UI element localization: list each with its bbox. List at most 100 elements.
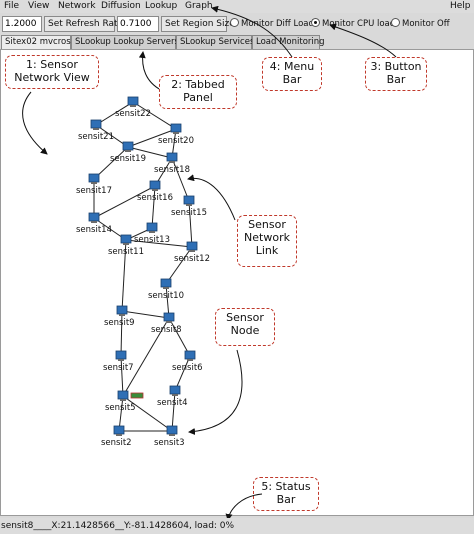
menu-network[interactable]: Network — [58, 1, 96, 11]
computer-icon-stand — [163, 287, 169, 289]
computer-icon-stand — [169, 161, 175, 163]
sensor-network-canvas[interactable]: sensit22 sensit21 sensit20 sensit19 sensit18… — [1, 50, 473, 515]
set-region-size-button[interactable]: Set Region Size — [161, 16, 235, 32]
sensor-node-sensit9[interactable]: sensit9 — [104, 305, 135, 328]
computer-icon — [170, 123, 182, 133]
refresh-rate-input[interactable] — [2, 16, 42, 32]
monitor-cpu-load-label: Monitor CPU load — [322, 19, 396, 29]
menu-diffusion[interactable]: Diffusion — [101, 1, 141, 11]
sensor-node-sensit20[interactable]: sensit20 — [158, 123, 194, 146]
computer-icon-stand — [186, 204, 192, 206]
computer-icon — [88, 212, 100, 222]
sensor-node-label: sensit14 — [76, 225, 112, 235]
computer-icon — [146, 222, 158, 232]
computer-icon-stand — [116, 434, 122, 436]
computer-icon-stand — [173, 132, 179, 134]
sensor-node-label: sensit4 — [157, 398, 188, 408]
sensor-node-sensit3[interactable]: sensit3 — [154, 425, 185, 448]
computer-icon — [149, 180, 161, 190]
sensor-node-label: sensit9 — [104, 318, 135, 328]
sensor-node-sensit4[interactable]: sensit4 — [157, 385, 188, 408]
sensor-node-sensit7[interactable]: sensit7 — [103, 350, 134, 373]
monitor-cpu-load-radio[interactable] — [311, 18, 320, 27]
computer-icon — [160, 278, 172, 288]
sensor-node-label: sensit2 — [101, 438, 132, 448]
network-link — [121, 310, 170, 319]
sensor-node-sensit19[interactable]: sensit19 — [110, 141, 146, 164]
computer-icon — [163, 312, 175, 322]
menu-lookup[interactable]: Lookup — [145, 1, 177, 11]
computer-icon-stand — [130, 105, 136, 107]
computer-icon-stand — [189, 250, 195, 252]
tab-slookup-services[interactable]: SLookup Services — [176, 35, 254, 49]
computer-icon-stand — [123, 243, 129, 245]
sensor-node-label: sensit22 — [115, 109, 151, 119]
sensor-node-label: sensit21 — [78, 132, 114, 142]
monitor-off-label: Monitor Off — [402, 19, 450, 29]
menu-view[interactable]: View — [28, 1, 49, 11]
sensor-node-label: sensit19 — [110, 154, 146, 164]
sensor-node-sensit21[interactable]: sensit21 — [78, 119, 114, 142]
sensor-node-sensit22[interactable]: sensit22 — [115, 96, 151, 119]
computer-icon — [184, 350, 196, 360]
sensor-node-sensit2[interactable]: sensit2 — [101, 425, 132, 448]
computer-icon — [88, 173, 100, 183]
computer-icon — [122, 141, 134, 151]
computer-icon-stand — [120, 399, 126, 401]
callout-status-bar: 5: Status Bar — [253, 477, 319, 511]
sensor-node-label: sensit15 — [171, 208, 207, 218]
sensor-node-sensit10[interactable]: sensit10 — [148, 278, 184, 301]
tab-sitex02-mvcross[interactable]: Sitex02 mvcross — [1, 35, 75, 49]
callout-sensor-network-view: 1: Sensor Network View — [5, 55, 99, 89]
sensor-node-label: sensit6 — [172, 363, 203, 373]
sensor-node-label: sensit16 — [137, 193, 173, 203]
computer-icon-stand — [169, 434, 175, 436]
computer-icon-stand — [149, 231, 155, 233]
computer-icon — [117, 390, 129, 400]
callout-button-bar: 3: Button Bar — [365, 57, 427, 91]
tab-slookup-lookup-servers[interactable]: SLookup Lookup Servers — [71, 35, 179, 49]
computer-icon — [113, 425, 125, 435]
set-refresh-rate-button[interactable]: Set Refresh Rate — [44, 16, 123, 32]
computer-icon-stand — [166, 321, 172, 323]
menu-bar: File View Network Diffusion Lookup Graph… — [0, 0, 474, 13]
computer-icon — [90, 119, 102, 129]
sensor-node-label: sensit7 — [103, 363, 134, 373]
network-link — [120, 355, 124, 397]
tab-load-monitoring[interactable]: Load Monitoring — [252, 35, 325, 49]
menu-graph[interactable]: Graph — [185, 1, 213, 11]
monitor-diff-load-radio[interactable] — [230, 18, 239, 27]
network-link — [168, 317, 191, 357]
sensor-node-label: sensit3 — [154, 438, 185, 448]
callout-sensor-node: Sensor Node — [215, 308, 275, 346]
computer-icon — [183, 195, 195, 205]
computer-icon — [166, 425, 178, 435]
sensor-node-label: sensit13 — [134, 235, 170, 245]
sensor-node-label: sensit18 — [154, 165, 190, 175]
menu-help[interactable]: Help — [450, 1, 471, 11]
menu-file[interactable]: File — [4, 1, 19, 11]
sensor-node-label: sensit11 — [108, 247, 144, 257]
region-size-input[interactable] — [117, 16, 159, 32]
sensor-node-sensit14[interactable]: sensit14 — [76, 212, 112, 235]
sensor-node-label: sensit12 — [174, 254, 210, 264]
computer-icon-stand — [91, 221, 97, 223]
callout-tabbed-panel: 2: Tabbed Panel — [159, 75, 237, 109]
sensor-node-sensit18[interactable]: sensit18 — [154, 152, 190, 175]
callout-sensor-network-link: Sensor Network Link — [237, 215, 297, 267]
computer-icon-stand — [152, 189, 158, 191]
computer-icon — [127, 96, 139, 106]
monitor-diff-load-label: Monitor Diff Load — [241, 19, 314, 29]
monitor-off-radio[interactable] — [391, 18, 400, 27]
network-link — [165, 246, 193, 285]
computer-icon-stand — [118, 359, 124, 361]
computer-icon-stand — [91, 182, 97, 184]
computer-icon — [169, 385, 181, 395]
computer-icon — [116, 305, 128, 315]
button-bar: Set Refresh Rate Set Region Size Monitor… — [0, 14, 474, 33]
load-indicator-icon — [130, 392, 144, 399]
computer-icon — [166, 152, 178, 162]
status-bar: sensit8____X:21.1428566__Y:-81.1428604, … — [0, 518, 474, 534]
sensor-node-label: sensit8 — [151, 325, 182, 335]
sensor-network-view[interactable]: sensit22 sensit21 sensit20 sensit19 sensit18… — [0, 49, 474, 516]
